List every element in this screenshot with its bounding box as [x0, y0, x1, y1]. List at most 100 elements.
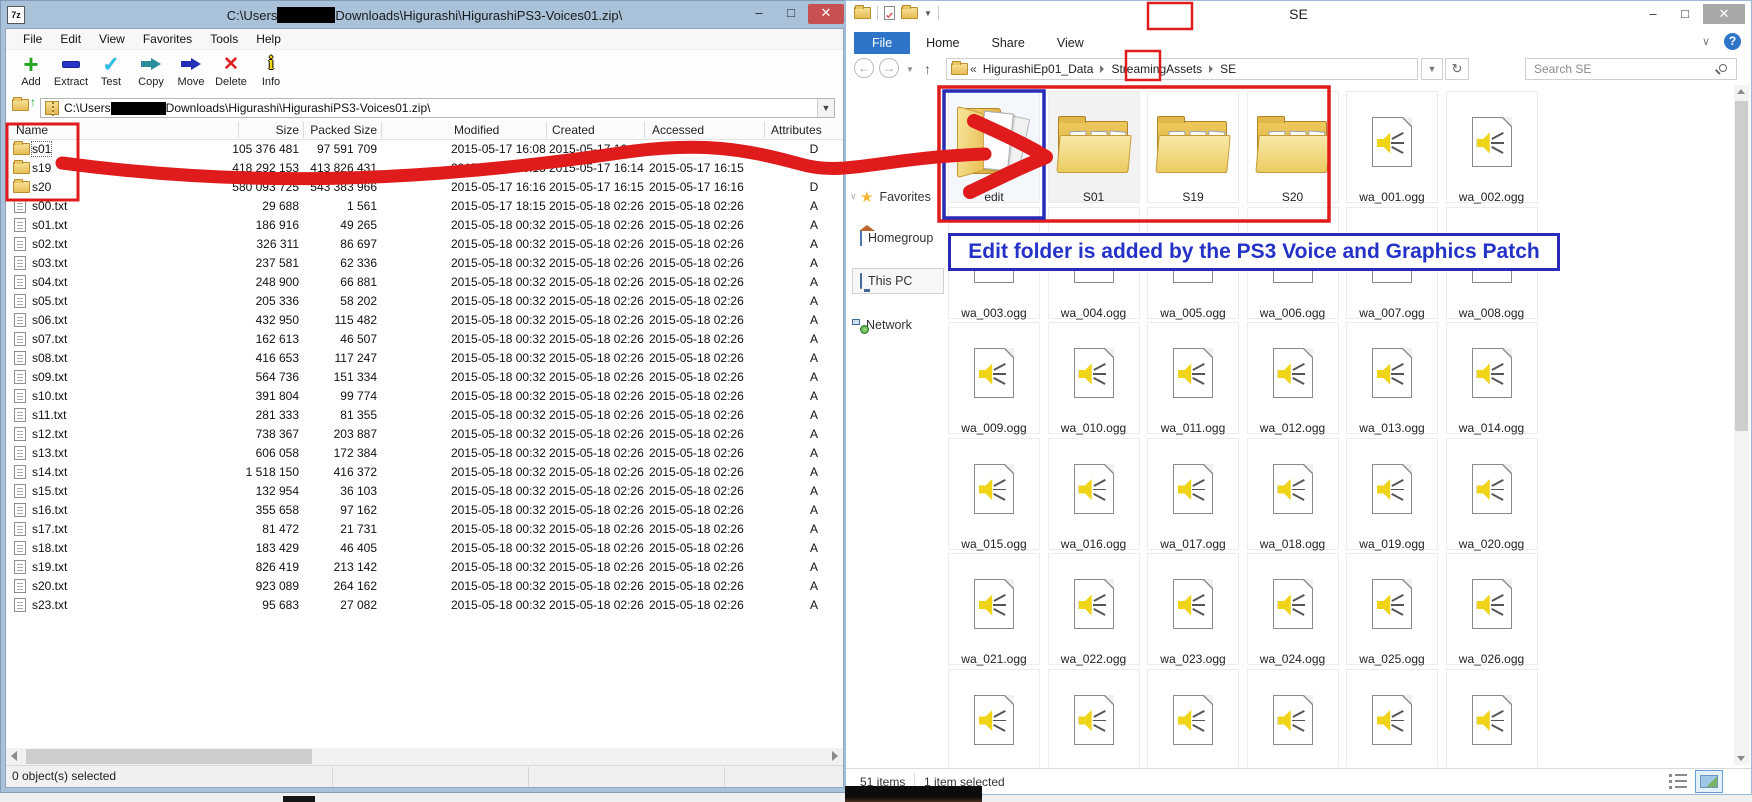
column-header-size[interactable]: Size	[174, 123, 299, 137]
file-tile[interactable]	[1346, 669, 1438, 768]
sidebar-item-homegroup[interactable]: Homegroup	[860, 231, 933, 245]
folder-tile[interactable]: S01	[1048, 91, 1140, 203]
sevenzip-address-input[interactable]: C:\UsersDownloads\Higurashi\HigurashiPS3…	[40, 98, 835, 118]
table-row[interactable]: s20.txt923 089264 1622015-05-18 00:32201…	[6, 577, 843, 596]
refresh-icon[interactable]: ↻	[1445, 58, 1469, 80]
tab-share[interactable]: Share	[976, 32, 1041, 54]
table-row[interactable]: s00.txt29 6881 5612015-05-17 18:152015-0…	[6, 197, 843, 216]
folder-tile[interactable]: S20	[1247, 91, 1339, 203]
scroll-right-icon[interactable]	[832, 751, 838, 761]
minimize-button[interactable]: –	[1639, 4, 1667, 24]
file-tile[interactable]: wa_016.ogg	[1048, 438, 1140, 550]
breadcrumb-item-higurashiep01_data[interactable]: HigurashiEp01_Data	[979, 62, 1098, 76]
table-row[interactable]: s02.txt326 31186 6972015-05-18 00:322015…	[6, 235, 843, 254]
file-tile[interactable]: wa_019.ogg	[1346, 438, 1438, 550]
file-tile[interactable]: wa_015.ogg	[948, 438, 1040, 550]
file-tile[interactable]: wa_009.ogg	[948, 322, 1040, 434]
menu-favorites[interactable]: Favorites	[134, 30, 201, 48]
folder-tile[interactable]: edit	[948, 91, 1040, 203]
table-row[interactable]: s09.txt564 736151 3342015-05-18 00:32201…	[6, 368, 843, 387]
delete-button[interactable]: ✕Delete	[212, 51, 250, 95]
file-tile[interactable]: wa_022.ogg	[1048, 553, 1140, 665]
move-button[interactable]: Move	[172, 51, 210, 95]
maximize-button[interactable]: □	[776, 4, 806, 24]
column-divider[interactable]	[546, 122, 547, 138]
table-row[interactable]: s08.txt416 653117 2472015-05-18 00:32201…	[6, 349, 843, 368]
info-button[interactable]: iInfo	[252, 51, 290, 95]
file-tile[interactable]: wa_010.ogg	[1048, 322, 1140, 434]
vertical-scrollbar[interactable]	[1734, 85, 1749, 765]
file-tile[interactable]: wa_026.ogg	[1446, 553, 1538, 665]
minimize-button[interactable]: –	[744, 4, 774, 24]
chevron-down-icon[interactable]: ▼	[817, 99, 834, 117]
breadcrumb-item-streamingassets[interactable]: StreamingAssets	[1107, 62, 1206, 76]
add-button[interactable]: +Add	[12, 51, 50, 95]
file-tile[interactable]: wa_001.ogg	[1346, 91, 1438, 203]
back-button[interactable]: ←	[854, 58, 874, 78]
table-row[interactable]: s12.txt738 367203 8872015-05-18 00:32201…	[6, 425, 843, 444]
chevron-down-icon[interactable]: ▼	[906, 65, 914, 74]
table-row[interactable]: s04.txt248 90066 8812015-05-18 00:322015…	[6, 273, 843, 292]
forward-button[interactable]: →	[879, 58, 899, 78]
address-dropdown-icon[interactable]: ▼	[1421, 58, 1443, 80]
column-header-accessed[interactable]: Accessed	[652, 123, 742, 137]
up-folder-button[interactable]: ↑	[12, 99, 34, 117]
menu-edit[interactable]: Edit	[51, 30, 90, 48]
menu-view[interactable]: View	[90, 30, 134, 48]
up-button[interactable]: ↑	[924, 61, 931, 77]
chevron-down-icon[interactable]: ∨	[850, 191, 857, 202]
file-tile[interactable]: wa_002.ogg	[1446, 91, 1538, 203]
chevron-right-icon[interactable]	[1209, 65, 1213, 73]
file-tile[interactable]: wa_025.ogg	[1346, 553, 1438, 665]
table-row[interactable]: s07.txt162 61346 5072015-05-18 00:322015…	[6, 330, 843, 349]
table-row[interactable]: s01.txt186 91649 2652015-05-18 00:322015…	[6, 216, 843, 235]
horizontal-scrollbar[interactable]	[6, 748, 843, 765]
tab-home[interactable]: Home	[910, 32, 975, 54]
maximize-button[interactable]: □	[1671, 4, 1699, 24]
table-row[interactable]: s16.txt355 65897 1622015-05-18 00:322015…	[6, 501, 843, 520]
column-header-packed-size[interactable]: Packed Size	[286, 123, 377, 137]
copy-button[interactable]: Copy	[132, 51, 170, 95]
column-divider[interactable]	[238, 122, 239, 138]
close-button[interactable]: ✕	[808, 4, 844, 24]
search-input[interactable]: Search SE	[1525, 58, 1737, 80]
column-header-name[interactable]: Name	[16, 123, 166, 137]
column-divider[interactable]	[303, 122, 304, 138]
file-tile[interactable]: wa_012.ogg	[1247, 322, 1339, 434]
close-button[interactable]: ✕	[1703, 4, 1745, 24]
details-view-button[interactable]	[1667, 773, 1689, 791]
test-button[interactable]: ✓Test	[92, 51, 130, 95]
table-row[interactable]: s03.txt237 58162 3362015-05-18 00:322015…	[6, 254, 843, 273]
table-row[interactable]: s20580 093 725543 383 9662015-05-17 16:1…	[6, 178, 843, 197]
sevenzip-titlebar[interactable]: 7z C:\UsersDownloads\Higurashi\Higurashi…	[1, 1, 848, 29]
help-icon[interactable]: ?	[1724, 33, 1741, 50]
scroll-down-icon[interactable]	[1737, 756, 1745, 761]
table-row[interactable]: s23.txt95 68327 0822015-05-18 00:322015-…	[6, 596, 843, 615]
chevron-right-icon[interactable]	[1100, 65, 1104, 73]
file-tile[interactable]: wa_020.ogg	[1446, 438, 1538, 550]
tab-view[interactable]: View	[1041, 32, 1100, 54]
file-tile[interactable]: wa_024.ogg	[1247, 553, 1339, 665]
column-header-attributes[interactable]: Attributes	[771, 123, 841, 137]
table-row[interactable]: s01105 376 48197 591 7092015-05-17 16:08…	[6, 140, 843, 159]
table-row[interactable]: s18.txt183 42946 4052015-05-18 00:322015…	[6, 539, 843, 558]
file-tile[interactable]: wa_023.ogg	[1147, 553, 1239, 665]
table-row[interactable]: s05.txt205 33658 2022015-05-18 00:322015…	[6, 292, 843, 311]
folder-tile[interactable]: S19	[1147, 91, 1239, 203]
file-tile[interactable]	[948, 669, 1040, 768]
column-divider[interactable]	[644, 122, 645, 138]
ribbon-collapse-icon[interactable]: ∨	[1702, 35, 1710, 48]
scroll-up-icon[interactable]	[1737, 89, 1745, 94]
tab-file[interactable]: File	[854, 32, 910, 54]
table-row[interactable]: s17.txt81 47221 7312015-05-18 00:322015-…	[6, 520, 843, 539]
column-divider[interactable]	[381, 122, 382, 138]
column-header-modified[interactable]: Modified	[454, 123, 544, 137]
scrollbar-thumb[interactable]	[26, 749, 312, 764]
menu-file[interactable]: File	[14, 30, 51, 48]
sidebar-item-this-pc[interactable]: This PC	[860, 274, 912, 288]
table-row[interactable]: s11.txt281 33381 3552015-05-18 00:322015…	[6, 406, 843, 425]
column-header-created[interactable]: Created	[552, 123, 632, 137]
file-tile[interactable]	[1247, 669, 1339, 768]
file-tile[interactable]: wa_011.ogg	[1147, 322, 1239, 434]
extract-button[interactable]: Extract	[52, 51, 90, 95]
